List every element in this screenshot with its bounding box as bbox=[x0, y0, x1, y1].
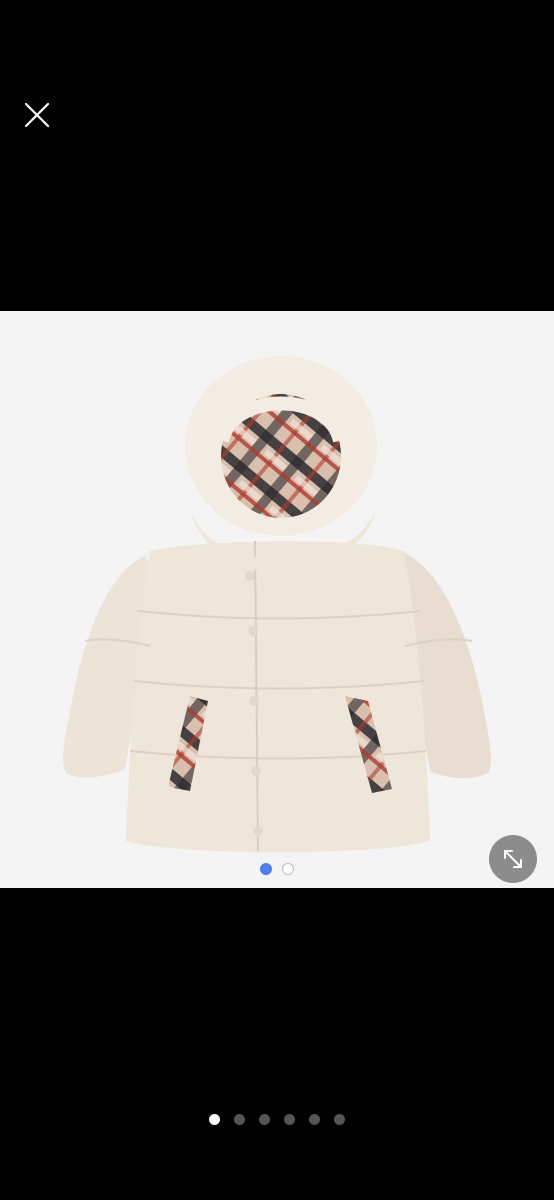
gallery-dot[interactable] bbox=[234, 1114, 245, 1125]
gallery-dot-active[interactable] bbox=[209, 1114, 220, 1125]
expand-diagonal-icon bbox=[504, 850, 522, 868]
gallery-dot[interactable] bbox=[284, 1114, 295, 1125]
expand-button[interactable] bbox=[489, 835, 537, 883]
product-image bbox=[63, 356, 491, 853]
gallery-page-indicator bbox=[0, 1114, 554, 1125]
close-button[interactable] bbox=[22, 100, 52, 130]
close-icon bbox=[24, 102, 50, 128]
image-dot[interactable] bbox=[282, 863, 294, 875]
image-dot-active[interactable] bbox=[260, 863, 272, 875]
gallery-dot[interactable] bbox=[259, 1114, 270, 1125]
gallery-dot[interactable] bbox=[309, 1114, 320, 1125]
gallery-dot[interactable] bbox=[334, 1114, 345, 1125]
image-page-indicator bbox=[0, 863, 554, 875]
product-image-panel[interactable] bbox=[0, 311, 554, 888]
